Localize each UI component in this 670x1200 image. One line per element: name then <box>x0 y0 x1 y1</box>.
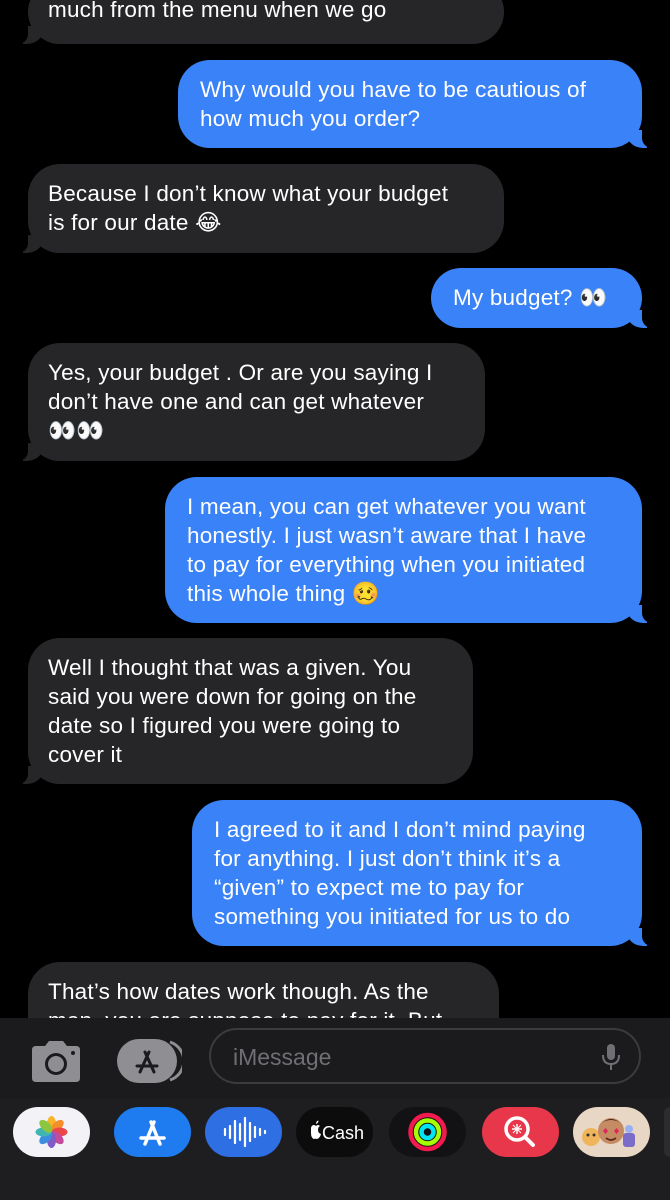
image-search-app-icon[interactable] <box>482 1107 559 1157</box>
message-bubble-received[interactable]: Because I don’t know what your budget is… <box>18 164 504 253</box>
activity-app-icon[interactable] <box>389 1107 466 1157</box>
audio-message-app-icon[interactable] <box>205 1107 282 1157</box>
photos-app-icon[interactable] <box>13 1107 90 1157</box>
message-bubble-received[interactable]: much from the menu when we go <box>18 0 504 44</box>
message-bubble-sent[interactable]: My budget? 👀 <box>431 268 652 328</box>
message-bubble-received[interactable]: That’s how dates work though. As the man… <box>28 962 499 1018</box>
more-apps-icon[interactable] <box>664 1107 670 1157</box>
camera-icon[interactable] <box>28 1040 84 1084</box>
message-bubble-sent[interactable]: I mean, you can get whatever you want ho… <box>165 477 652 623</box>
home-indicator <box>0 1180 670 1200</box>
message-bubble-sent[interactable]: I agreed to it and I don’t mind paying f… <box>192 800 652 946</box>
conversation-thread[interactable]: much from the menu when we go Why would … <box>0 0 670 1018</box>
memoji-app-icon[interactable] <box>573 1107 650 1157</box>
message-bubble-received[interactable]: Well I thought that was a given. You sai… <box>18 638 473 784</box>
messages-screen: much from the menu when we go Why would … <box>0 0 670 1200</box>
message-bubble-sent[interactable]: Why would you have to be cautious of how… <box>178 60 652 148</box>
cash-label: Cash <box>322 1123 364 1143</box>
app-store-icon[interactable] <box>116 1038 186 1084</box>
message-bubble-received[interactable]: Yes, your budget . Or are you saying I d… <box>18 343 485 461</box>
imessage-input[interactable]: iMessage <box>209 1028 641 1084</box>
apple-cash-app-icon[interactable]: Cash <box>296 1107 373 1157</box>
imessage-placeholder: iMessage <box>233 1044 332 1070</box>
microphone-icon[interactable] <box>601 1043 621 1071</box>
app-drawer: Cash <box>0 1098 670 1200</box>
message-composer: iMessage <box>0 1018 670 1098</box>
app-store-app-icon[interactable] <box>114 1107 191 1157</box>
